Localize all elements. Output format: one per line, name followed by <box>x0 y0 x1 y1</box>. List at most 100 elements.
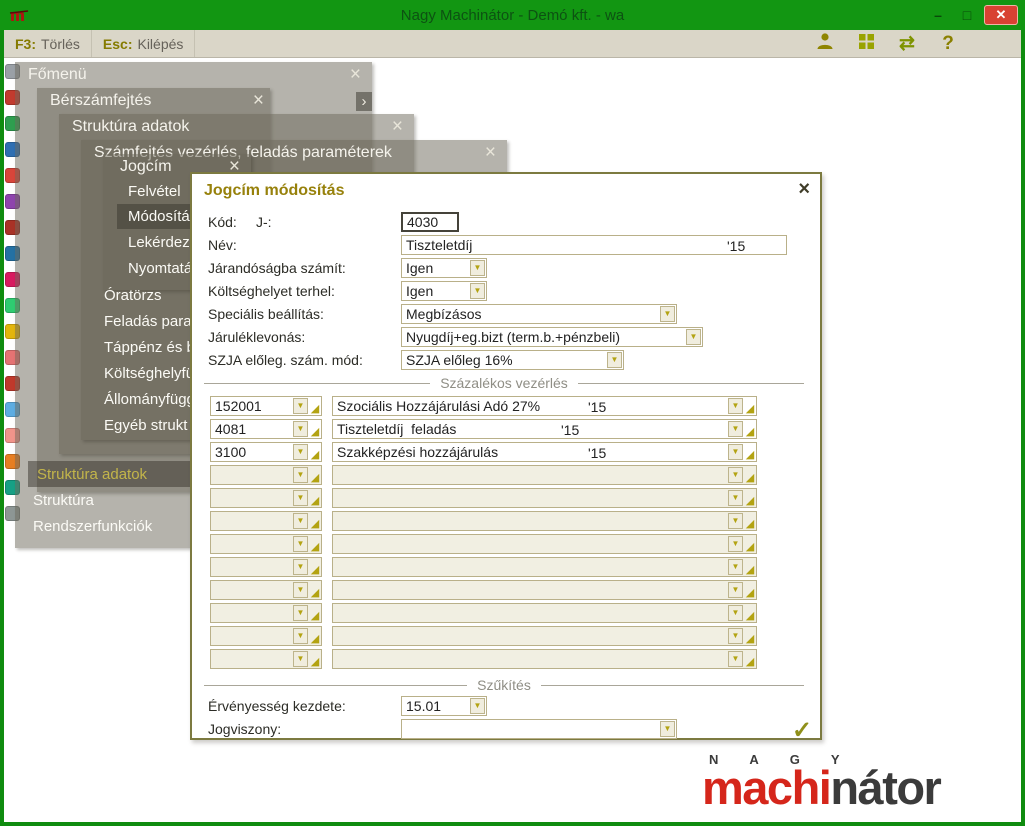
dropdown-arrow-icon[interactable]: ▼ <box>728 444 743 460</box>
expand-corner-icon[interactable]: ◢ <box>309 496 321 507</box>
percent-name-combo[interactable]: Tiszteletdíj feladás '15 ▼◢ <box>332 419 757 439</box>
dropdown-arrow-icon[interactable]: ▼ <box>470 283 485 299</box>
menu-item-koltseghelyfuggo[interactable]: Költséghelyfü <box>104 361 194 386</box>
expand-corner-icon[interactable]: ◢ <box>309 473 321 484</box>
expand-corner-icon[interactable]: ◢ <box>744 473 756 484</box>
dropdown-arrow-icon[interactable]: ▼ <box>293 467 308 483</box>
dropdown-arrow-icon[interactable]: ▼ <box>728 490 743 506</box>
menu-item-lekerdezes[interactable]: Lekérdezé <box>128 230 198 255</box>
close-button[interactable]: ✕ <box>984 5 1018 25</box>
expand-corner-icon[interactable]: ◢ <box>744 519 756 530</box>
expand-corner-icon[interactable]: ◢ <box>309 588 321 599</box>
jarulek-combo[interactable]: Nyugdíj+eg.bizt (term.b.+pénzbeli) ▼ <box>401 327 703 347</box>
percent-code-combo[interactable]: ▼◢ <box>210 626 322 646</box>
dropdown-arrow-icon[interactable]: ▼ <box>470 698 485 714</box>
expand-corner-icon[interactable]: ◢ <box>309 404 321 415</box>
expand-corner-icon[interactable]: ◢ <box>744 427 756 438</box>
percent-code-combo[interactable]: ▼◢ <box>210 534 322 554</box>
menu-item-egyeb-strukturak[interactable]: Egyéb strukt <box>104 413 187 438</box>
menu-item-struktura[interactable]: Struktúra <box>33 488 94 513</box>
expand-corner-icon[interactable]: ◢ <box>744 657 756 668</box>
dropdown-arrow-icon[interactable]: ▼ <box>293 536 308 552</box>
dropdown-arrow-icon[interactable]: ▼ <box>293 490 308 506</box>
menu-item-feladas-parameterek[interactable]: Feladás para <box>104 309 192 334</box>
menu-footer-struktura-adatok[interactable]: Struktúra adatok <box>28 461 191 487</box>
percent-code-combo[interactable]: ▼◢ <box>210 511 322 531</box>
dropdown-arrow-icon[interactable]: ▼ <box>728 398 743 414</box>
dropdown-arrow-icon[interactable]: ▼ <box>728 513 743 529</box>
expand-corner-icon[interactable]: ◢ <box>309 427 321 438</box>
percent-name-combo[interactable]: ▼◢ <box>332 603 757 623</box>
ervenyesseg-combo[interactable]: 15.01 ▼ <box>401 696 487 716</box>
dropdown-arrow-icon[interactable]: ▼ <box>293 651 308 667</box>
dialog-close-icon[interactable]: × <box>798 178 810 201</box>
expand-corner-icon[interactable]: ◢ <box>744 404 756 415</box>
percent-code-combo[interactable]: ▼◢ <box>210 580 322 600</box>
menu-item-nyomtatas[interactable]: Nyomtatás <box>128 256 200 281</box>
expand-corner-icon[interactable]: ◢ <box>744 634 756 645</box>
percent-name-combo[interactable]: ▼◢ <box>332 465 757 485</box>
maximize-button[interactable]: □ <box>955 5 979 25</box>
ok-checkmark-button[interactable]: ✓ <box>792 716 812 745</box>
expand-corner-icon[interactable]: ◢ <box>309 565 321 576</box>
dropdown-arrow-icon[interactable]: ▼ <box>728 628 743 644</box>
expand-corner-icon[interactable]: ◢ <box>309 634 321 645</box>
expand-corner-icon[interactable]: ◢ <box>744 542 756 553</box>
f3-delete-button[interactable]: F3: Törlés <box>4 30 92 57</box>
dropdown-arrow-icon[interactable]: ▼ <box>293 559 308 575</box>
kod-input[interactable]: 4030 <box>401 212 459 232</box>
dropdown-arrow-icon[interactable]: ▼ <box>728 536 743 552</box>
minimize-button[interactable]: – <box>926 5 950 25</box>
user-button[interactable] <box>808 31 842 56</box>
percent-name-combo[interactable]: ▼◢ <box>332 488 757 508</box>
percent-name-combo[interactable]: Szakképzési hozzájárulás '15 ▼◢ <box>332 442 757 462</box>
dropdown-arrow-icon[interactable]: ▼ <box>293 421 308 437</box>
percent-code-combo[interactable]: ▼◢ <box>210 557 322 577</box>
menu-item-rendszerfunkciok[interactable]: Rendszerfunkciók <box>33 514 152 539</box>
menu-window-titlebar[interactable]: Struktúra adatok × <box>59 114 414 139</box>
percent-name-combo[interactable]: ▼◢ <box>332 649 757 669</box>
percent-code-combo[interactable]: 4081 ▼◢ <box>210 419 322 439</box>
percent-code-combo[interactable]: ▼◢ <box>210 649 322 669</box>
percent-code-combo[interactable]: ▼◢ <box>210 603 322 623</box>
expand-corner-icon[interactable]: ◢ <box>309 519 321 530</box>
expand-corner-icon[interactable]: ◢ <box>744 611 756 622</box>
close-icon[interactable]: × <box>253 91 264 110</box>
dropdown-arrow-icon[interactable]: ▼ <box>470 260 485 276</box>
dropdown-arrow-icon[interactable]: ▼ <box>660 306 675 322</box>
dropdown-arrow-icon[interactable]: ▼ <box>728 582 743 598</box>
help-button[interactable]: ? <box>931 31 965 56</box>
dropdown-arrow-icon[interactable]: ▼ <box>293 605 308 621</box>
percent-name-combo[interactable]: ▼◢ <box>332 557 757 577</box>
nev-input[interactable]: Tiszteletdíj '15 <box>401 235 787 255</box>
menu-item-felvetel[interactable]: Felvétel <box>128 179 181 204</box>
percent-code-combo[interactable]: ▼◢ <box>210 488 322 508</box>
percent-code-combo[interactable]: 3100 ▼◢ <box>210 442 322 462</box>
expand-corner-icon[interactable]: ◢ <box>744 496 756 507</box>
switch-button[interactable]: ⇄ <box>890 31 924 56</box>
dropdown-arrow-icon[interactable]: ▼ <box>728 605 743 621</box>
expand-corner-icon[interactable]: ◢ <box>744 450 756 461</box>
jogviszony-combo[interactable]: ▼ <box>401 719 677 739</box>
dropdown-arrow-icon[interactable]: ▼ <box>293 398 308 414</box>
jarandosag-combo[interactable]: Igen ▼ <box>401 258 487 278</box>
dropdown-arrow-icon[interactable]: ▼ <box>728 651 743 667</box>
submenu-arrow-icon[interactable]: › <box>356 92 372 111</box>
koltseghely-combo[interactable]: Igen ▼ <box>401 281 487 301</box>
percent-name-combo[interactable]: ▼◢ <box>332 534 757 554</box>
expand-corner-icon[interactable]: ◢ <box>309 542 321 553</box>
dropdown-arrow-icon[interactable]: ▼ <box>660 721 675 737</box>
szja-combo[interactable]: SZJA előleg 16% ▼ <box>401 350 624 370</box>
percent-name-combo[interactable]: ▼◢ <box>332 626 757 646</box>
modules-button[interactable] <box>849 31 883 56</box>
dropdown-arrow-icon[interactable]: ▼ <box>293 582 308 598</box>
percent-code-combo[interactable]: 152001 ▼◢ <box>210 396 322 416</box>
expand-corner-icon[interactable]: ◢ <box>309 450 321 461</box>
close-icon[interactable]: × <box>485 143 496 162</box>
dropdown-arrow-icon[interactable]: ▼ <box>686 329 701 345</box>
dropdown-arrow-icon[interactable]: ▼ <box>607 352 622 368</box>
titlebar[interactable]: Nagy Machinátor - Demó kft. - wa – □ ✕ <box>0 0 1025 30</box>
expand-corner-icon[interactable]: ◢ <box>309 611 321 622</box>
specialis-combo[interactable]: Megbízásos ▼ <box>401 304 677 324</box>
menu-item-oratorzs[interactable]: Óratörzs <box>104 283 162 308</box>
